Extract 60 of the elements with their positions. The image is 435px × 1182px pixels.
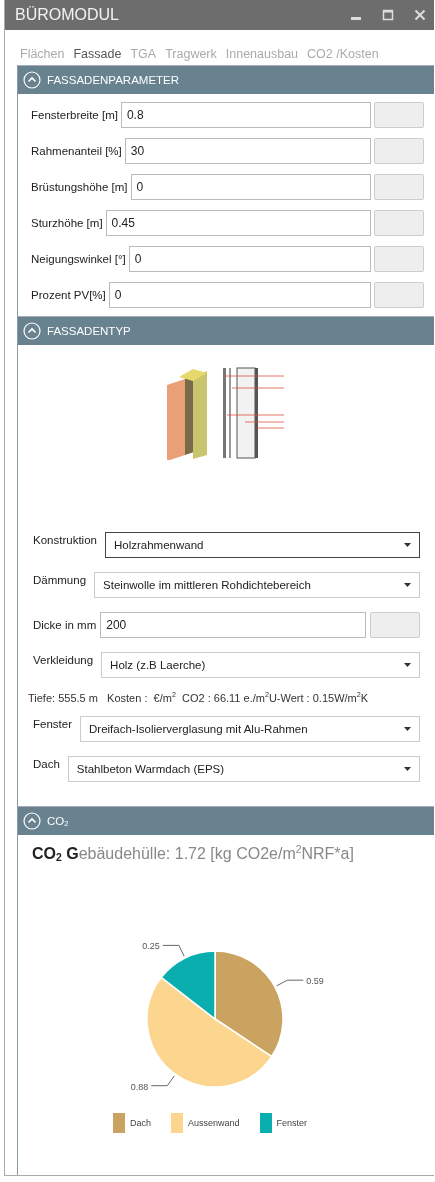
data-label: 0.59 — [306, 976, 324, 987]
dropdown-caret-icon — [404, 543, 411, 547]
field-label: Konstruktion — [33, 533, 97, 546]
section-title: CO$_{2}$ — [47, 815, 69, 827]
field-label: Fensterbreite [m] — [31, 109, 118, 121]
field-label: Dicke in mm — [33, 619, 97, 631]
leader-line — [162, 944, 185, 957]
field-label: Neigungswinkel [°] — [31, 253, 126, 265]
leader-line — [150, 1075, 175, 1087]
summary-text: Tiefe: 555.5 m Kosten : €/m$^{2}$ CO2 : 66.11 e./m$^{2}$U-Wert : 0.15W/m$^{2}$K — [28, 692, 370, 704]
legend-label: Dach — [129, 1118, 151, 1128]
side-button[interactable] — [374, 138, 424, 164]
leader-line — [276, 979, 304, 987]
section-header[interactable]: FASSADENTYP — [18, 316, 434, 345]
field-label: Verkleidung — [33, 653, 94, 666]
data-label: 0.88 — [130, 1081, 149, 1092]
field-label: Rahmenanteil [%] — [31, 145, 122, 157]
side-button[interactable] — [374, 102, 424, 128]
legend-label: Fenster — [276, 1118, 308, 1128]
input-field[interactable]: 200 — [100, 612, 366, 638]
field-label: Dach — [33, 757, 60, 770]
field-label: Prozent PV[%] — [31, 289, 106, 301]
dropdown[interactable]: Steinwolle im mittleren Rohdichtebereich — [94, 572, 420, 598]
co2-heading: CO$_{2}$ Gebäudehülle: 1.72 [kg CO2e/m$^{2}$NRF*a] — [32, 845, 355, 863]
input-field[interactable]: 0 — [130, 174, 371, 200]
input-field[interactable]: 30 — [124, 138, 371, 164]
section-title: FASSADENPARAMETER — [47, 74, 180, 86]
dropdown-caret-icon — [404, 663, 411, 667]
dropdown[interactable]: Stahlbeton Warmdach (EPS) — [67, 756, 420, 782]
side-button[interactable] — [374, 174, 424, 200]
side-button[interactable] — [370, 612, 420, 638]
collapse-icon[interactable] — [23, 812, 41, 830]
dropdown[interactable]: Holz (z.B Laerche) — [101, 652, 420, 678]
input-field[interactable]: 0.8 — [120, 102, 371, 128]
maximize-icon[interactable] — [382, 9, 394, 21]
field-label: Dämmung — [33, 573, 87, 586]
field-label: Brüstungshöhe [m] — [31, 181, 128, 193]
tab[interactable]: Fassade — [73, 47, 122, 61]
dropdown-caret-icon — [404, 727, 411, 731]
dropdown-caret-icon — [404, 767, 411, 771]
dropdown[interactable]: Holzrahmenwand — [104, 532, 420, 558]
dropdown[interactable]: Dreifach-Isolierverglasung mit Alu-Rahmen — [80, 716, 420, 742]
section-header[interactable]: FASSADENPARAMETER — [18, 65, 434, 94]
collapse-icon[interactable] — [23, 71, 41, 89]
input-field[interactable]: 0 — [128, 246, 371, 272]
dropdown-caret-icon — [404, 583, 411, 587]
section-title: FASSADENTYP — [47, 325, 131, 337]
legend-label: Aussenwand — [187, 1118, 240, 1128]
side-button[interactable] — [374, 282, 424, 308]
side-button[interactable] — [374, 246, 424, 272]
field-label: Sturzhöhe [m] — [31, 217, 103, 229]
window-title: BÜROMODUL — [15, 6, 119, 24]
data-label: 0.25 — [142, 941, 160, 952]
side-button[interactable] — [374, 210, 424, 236]
input-field[interactable]: 0 — [108, 282, 371, 308]
field-label: Fenster — [33, 717, 72, 730]
section-header[interactable]: CO$_{2}$ — [18, 806, 434, 835]
input-field[interactable]: 0.45 — [105, 210, 371, 236]
close-icon[interactable] — [414, 9, 426, 21]
collapse-icon[interactable] — [23, 322, 41, 340]
